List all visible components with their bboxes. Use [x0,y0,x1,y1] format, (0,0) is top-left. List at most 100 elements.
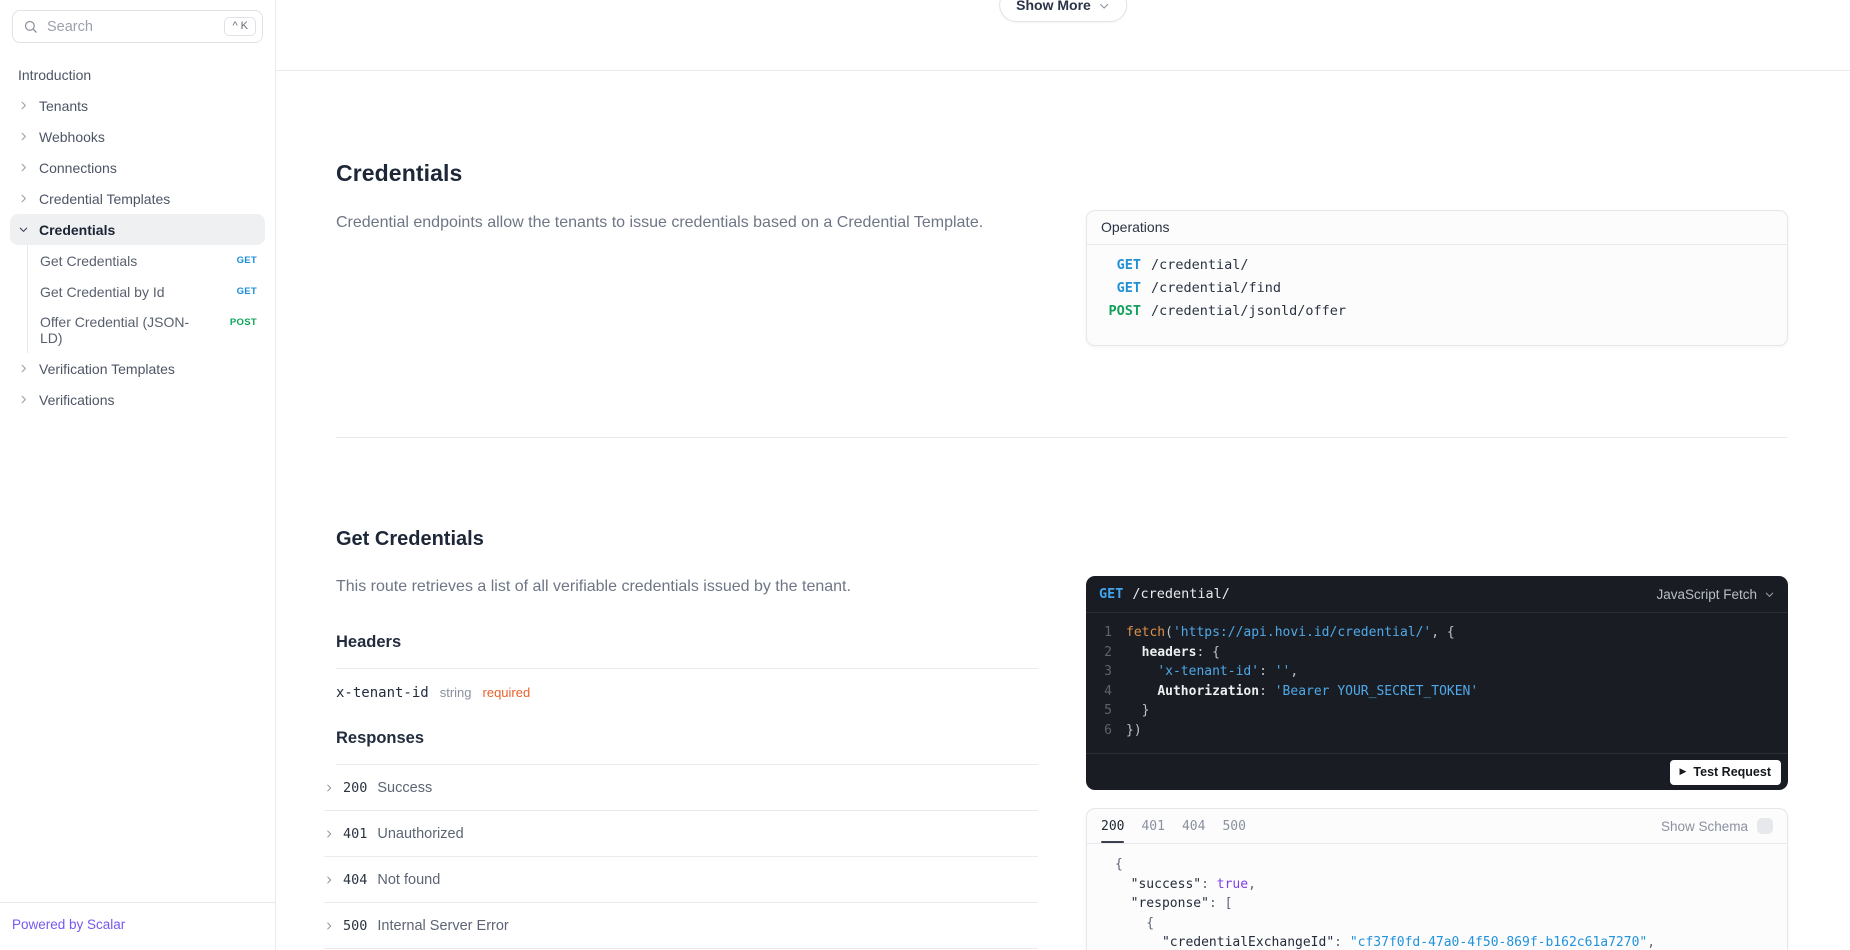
operation-link-get-credential-find[interactable]: GET /credential/find [1087,276,1787,299]
param-name: x-tenant-id [336,685,429,701]
show-schema-toggle[interactable]: Show Schema [1661,818,1773,834]
sidebar-item-get-credential-by-id[interactable]: Get Credential by Id GET [37,276,265,307]
code-line: 2 headers: { [1104,644,1220,660]
main-content: Show More Credentials Credential endpoin… [276,0,1850,950]
request-code-block[interactable]: 1 fetch('https://api.hovi.id/credential/'… [1086,613,1788,740]
param-required-flag: required [482,685,531,700]
responses-list: 200 Success 401 Unauthorized 404 Not fou… [324,765,1038,949]
response-row-401[interactable]: 401 Unauthorized [324,811,1038,857]
sidebar-nav: Introduction Tenants Webhooks Connection… [0,51,275,415]
code-line: { [1115,857,1123,872]
path-label: /credential/find [1151,279,1282,296]
sidebar-item-label: Credential Templates [39,190,171,207]
powered-by-scalar-link[interactable]: Powered by Scalar [12,917,125,932]
section-divider [336,437,1788,438]
sidebar-item-label: Tenants [39,97,89,114]
sidebar-item-webhooks[interactable]: Webhooks [10,121,265,152]
response-row-200[interactable]: 200 Success [324,765,1038,811]
sidebar-item-offer-credential-jsonld[interactable]: Offer Credential (JSON-LD) POST [37,307,265,353]
path-label: /credential/ [1151,256,1249,273]
chevron-down-icon [1764,589,1775,600]
code-line: 3 'x-tenant-id': '', [1104,664,1299,679]
test-request-button[interactable]: ▶ Test Request [1669,759,1781,785]
headers-title: Headers [336,633,1038,669]
code-line: "credentialExchangeId": "cf37f0fd-47a0-4… [1161,935,1656,950]
get-method-badge: GET [236,255,257,266]
chevron-right-icon [18,363,32,374]
chevron-right-icon [324,875,334,885]
chevron-right-icon [324,783,334,793]
section-description: Credential endpoints allow the tenants t… [336,214,984,231]
response-row-500[interactable]: 500 Internal Server Error [324,903,1038,949]
sidebar-item-label: Connections [39,159,117,176]
response-example-card: 200 401 404 500 Show Schema { "success":… [1086,808,1788,950]
sidebar: Search ^ K Introduction Tenants Webhooks… [0,0,276,950]
response-card-header: 200 401 404 500 Show Schema [1087,809,1787,844]
chevron-right-icon [18,193,32,204]
search-input[interactable]: Search ^ K [12,10,263,43]
method-label: GET [1116,256,1141,273]
show-schema-label: Show Schema [1660,818,1748,834]
status-label: Internal Server Error [377,917,509,934]
schema-toggle-checkbox[interactable] [1757,818,1773,834]
status-code: 500 [343,917,368,934]
sidebar-item-label: Introduction [18,66,92,83]
response-json-block: { "success": true, "response": [ { "cred… [1087,844,1787,950]
code-line: { [1115,915,1155,931]
sidebar-item-get-credentials[interactable]: Get Credentials GET [37,245,265,276]
sidebar-credentials-children: Get Credentials GET Get Credential by Id… [27,245,265,353]
sidebar-item-verifications[interactable]: Verifications [10,384,265,415]
language-selector-label: JavaScript Fetch [1656,586,1757,602]
sidebar-item-label: Offer Credential (JSON-LD) [40,314,190,346]
code-line: "success": true, [1130,876,1256,892]
operation-link-get-credential[interactable]: GET /credential/ [1087,253,1787,276]
sidebar-item-label: Verification Templates [39,360,175,377]
code-line: 4 Authorization: 'Bearer YOUR_SECRET_TOK… [1104,683,1479,699]
operation-link-post-credential-jsonld-offer[interactable]: POST /credential/jsonld/offer [1087,299,1787,322]
tab-200[interactable]: 200 [1101,817,1125,843]
page-title: Credentials [336,160,463,186]
sidebar-footer: Powered by Scalar [0,902,275,950]
get-credentials-section: Get Credentials This route retrieves a l… [324,528,1038,949]
sidebar-item-label: Verifications [39,391,115,408]
request-card-footer: ▶ Test Request [1086,753,1788,790]
sidebar-item-label: Credentials [39,221,116,238]
request-card-header: GET /credential/ JavaScript Fetch [1086,576,1788,613]
code-line: 5 } [1104,703,1150,718]
sidebar-item-verification-templates[interactable]: Verification Templates [10,353,265,384]
status-code: 401 [343,825,368,842]
show-more-label: Show More [1016,0,1091,13]
post-method-badge: POST [229,317,257,328]
response-row-404[interactable]: 404 Not found [324,857,1038,903]
code-line: 1 fetch('https://api.hovi.id/credential/'… [1104,625,1455,640]
sidebar-item-credential-templates[interactable]: Credential Templates [10,183,265,214]
tab-401[interactable]: 401 [1141,817,1164,836]
chevron-right-icon [18,100,32,111]
chevron-right-icon [18,131,32,142]
test-request-label: Test Request [1693,764,1771,779]
method-label: GET [1099,586,1124,602]
chevron-down-icon [1098,0,1110,12]
topbar: Show More [276,0,1850,71]
operations-card-title: Operations [1087,211,1787,245]
response-status-tabs: 200 401 404 500 [1101,817,1246,843]
method-label: POST [1108,302,1141,319]
status-label: Unauthorized [377,825,464,842]
search-icon [23,19,38,34]
header-param-row: x-tenant-id string required [336,669,1038,715]
tab-404[interactable]: 404 [1182,817,1205,836]
sidebar-item-credentials[interactable]: Credentials [10,214,265,245]
status-code: 404 [343,871,368,888]
tab-500[interactable]: 500 [1222,817,1245,836]
language-selector[interactable]: JavaScript Fetch [1656,587,1775,602]
param-type: string [439,685,472,700]
sidebar-item-tenants[interactable]: Tenants [10,90,265,121]
request-example-card: GET /credential/ JavaScript Fetch 1 fetch… [1086,576,1788,790]
status-label: Not found [377,871,441,888]
show-more-button[interactable]: Show More [999,0,1127,22]
credentials-section: Credentials Credential endpoints allow t… [336,160,1038,235]
path-label: /credential/ [1132,586,1230,602]
sidebar-item-connections[interactable]: Connections [10,152,265,183]
search-shortcut-kbd: ^ K [224,17,256,36]
sidebar-item-introduction[interactable]: Introduction [10,59,265,90]
